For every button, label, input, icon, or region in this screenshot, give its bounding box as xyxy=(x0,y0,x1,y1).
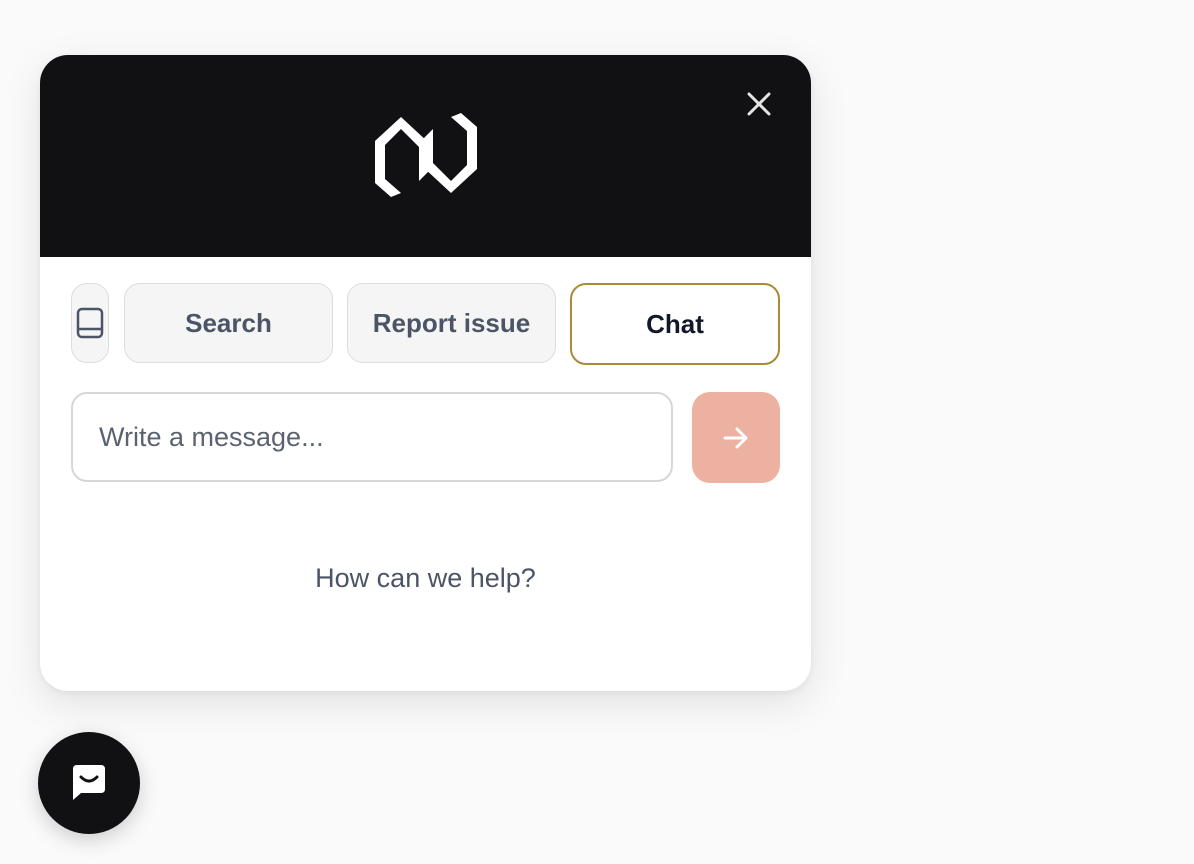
close-icon xyxy=(747,92,771,116)
tab-chat[interactable]: Chat xyxy=(570,283,780,365)
close-button[interactable] xyxy=(742,89,774,121)
tab-docs[interactable] xyxy=(71,283,109,363)
chat-bubble-icon xyxy=(73,765,105,800)
book-icon xyxy=(76,307,104,339)
tab-search[interactable]: Search xyxy=(124,283,333,363)
message-input[interactable] xyxy=(71,392,673,482)
chat-widget: Search Report issue Chat How can we help… xyxy=(40,55,811,691)
arrow-right-icon xyxy=(723,427,748,448)
empty-state-text: How can we help? xyxy=(315,563,536,593)
tab-report-issue[interactable]: Report issue xyxy=(347,283,556,363)
send-button[interactable] xyxy=(692,392,780,483)
chat-launcher-button[interactable] xyxy=(38,732,140,834)
widget-header xyxy=(40,55,811,257)
brand-logo-icon xyxy=(375,113,477,197)
